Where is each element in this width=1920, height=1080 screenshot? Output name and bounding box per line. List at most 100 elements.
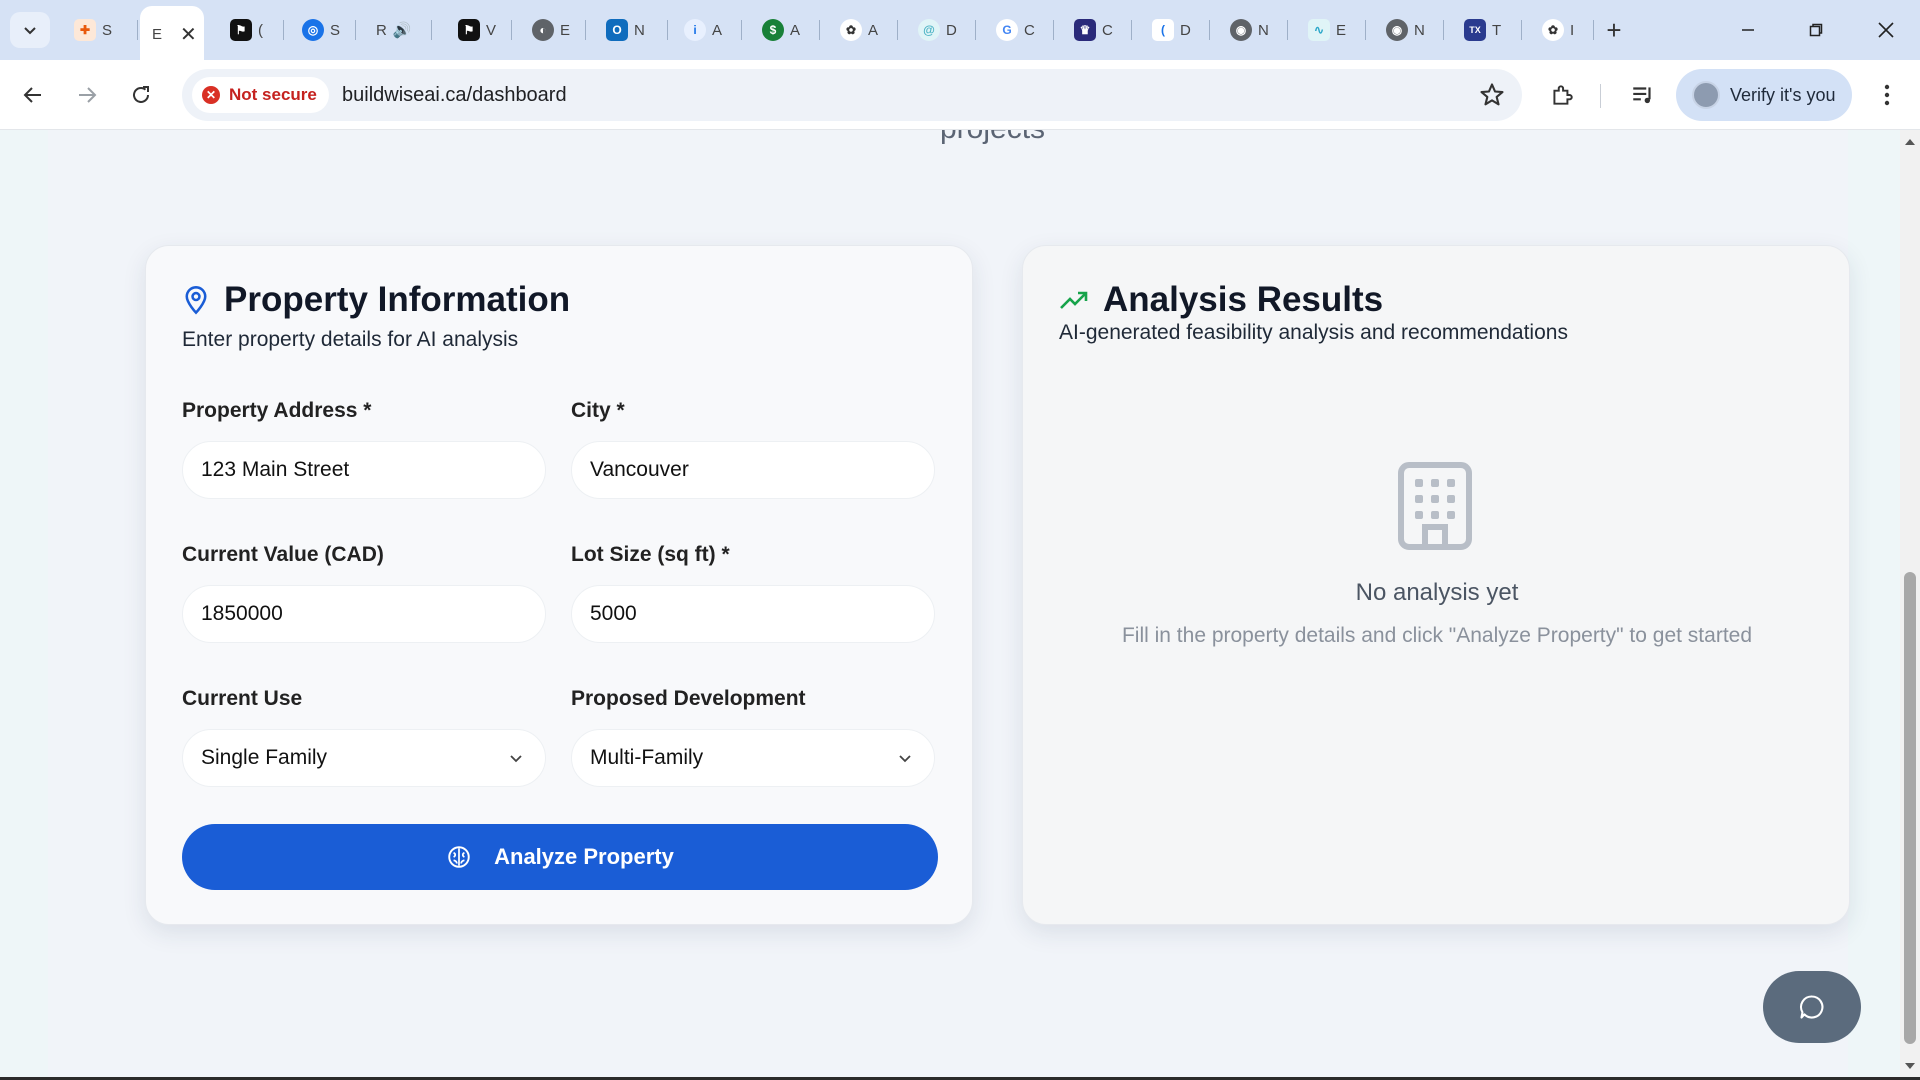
address-bar[interactable]: ✕ Not secure buildwiseai.ca/dashboard [182,69,1522,121]
tab-17[interactable]: ∿ E [1296,10,1366,50]
news-icon: TX [1464,19,1486,41]
current-value-input[interactable]: 1850000 [182,585,546,643]
profile-button[interactable]: Verify it's you [1676,69,1852,121]
empty-state-text: Fill in the property details and click "… [1121,624,1753,647]
tab-1[interactable]: ✚ S [62,10,138,50]
page-scrollbar[interactable] [1900,130,1920,1078]
extensions-button[interactable] [1545,78,1579,112]
tab-label: A [790,21,801,39]
puzzle-icon [1553,85,1573,105]
tab-19[interactable]: TX T [1452,10,1522,50]
tab-label: E [560,21,571,39]
avatar [1692,81,1720,109]
restore-button[interactable] [1794,10,1838,50]
new-tab-button[interactable]: + [1598,14,1630,46]
tab-5[interactable]: R 🔊 [364,10,432,50]
tab-20[interactable]: ✿ I [1530,10,1594,50]
minimize-button[interactable] [1726,10,1770,50]
tab-11[interactable]: ✿ A [828,10,898,50]
tab-label: C [1024,21,1035,39]
outlook-icon: O [606,19,628,41]
chat-bubble-icon [1799,995,1824,1019]
lot-size-input[interactable]: 5000 [571,585,935,643]
proposed-development-select[interactable]: Multi-Family [571,729,935,787]
tab-18[interactable]: ◉ N [1374,10,1444,50]
star-icon [1480,83,1504,106]
audio-icon[interactable]: 🔊 [393,21,412,39]
spiral-icon: @ [918,19,940,41]
brain-icon [446,844,472,870]
analyze-button-label: Analyze Property [494,844,674,869]
building-icon [1397,461,1473,556]
chevron-down-icon [507,749,525,773]
chevron-down-icon [24,27,36,35]
current-use-select[interactable]: Single Family [182,729,546,787]
proposed-development-value: Multi-Family [590,746,704,769]
tab-active[interactable]: E ✕ [140,6,204,60]
tab-7[interactable]: ◐ E [520,10,586,50]
property-address-input[interactable]: 123 Main Street [182,441,546,499]
restore-icon [1809,23,1823,37]
scroll-up-icon[interactable] [1904,136,1916,148]
proposed-development-label: Proposed Development [571,687,806,710]
bracket-icon: ( [1152,19,1174,41]
page-viewport: projects Property Information Enter prop… [0,130,1900,1078]
google-icon: G [996,19,1018,41]
reload-button[interactable] [124,78,158,112]
not-secure-label: Not secure [229,85,317,104]
chrome-icon: ◉ [1386,19,1408,41]
analyze-property-button[interactable]: Analyze Property [182,824,938,890]
profile-label: Verify it's you [1730,84,1836,105]
forward-button[interactable] [70,78,104,112]
tab-16[interactable]: ◉ N [1218,10,1288,50]
tab-6[interactable]: ⚑ V [446,10,512,50]
playlist-icon [1633,87,1651,104]
arrow-left-icon [23,87,41,103]
tab-12[interactable]: @ D [906,10,976,50]
dollar-icon: $ [762,19,784,41]
bookmark-button[interactable] [1478,81,1506,114]
lot-size-label: Lot Size (sq ft) * [571,543,730,566]
tab-label: E [152,25,163,43]
scrollbar-thumb[interactable] [1904,572,1916,1044]
back-button[interactable] [16,78,50,112]
wave-icon: ∿ [1308,19,1330,41]
tab-search-button[interactable] [10,12,50,48]
card-title-text: Property Information [224,280,571,319]
tab-3[interactable]: ⚑ ( [218,10,284,50]
browser-menu-button[interactable] [1870,78,1904,112]
media-controls-button[interactable] [1626,78,1660,112]
tab-13[interactable]: G C [984,10,1054,50]
scroll-down-icon[interactable] [1904,1060,1916,1072]
tab-label: S [330,21,341,39]
trending-up-icon [1059,289,1089,311]
property-info-card: Property Information Enter property deta… [145,245,973,925]
tab-label: N [634,21,645,39]
close-window-button[interactable] [1864,10,1908,50]
chrome-icon: ◉ [1230,19,1252,41]
close-icon [1878,22,1894,38]
tab-4[interactable]: ◎ S [290,10,356,50]
lot-size-value: 5000 [590,602,637,625]
reload-icon [133,86,149,103]
flag-icon: ⚑ [458,19,480,41]
tab-10[interactable]: $ A [750,10,820,50]
tab-label: R [376,21,387,39]
target-icon: ◎ [302,19,324,41]
tab-8[interactable]: O N [594,10,668,50]
close-tab-icon[interactable]: ✕ [180,22,197,47]
browser-toolbar: ✕ Not secure buildwiseai.ca/dashboard Ve… [0,60,1920,130]
tab-label: ( [258,21,263,39]
chat-button[interactable] [1763,971,1861,1043]
minimize-icon [1742,29,1754,31]
tab-label: N [1258,21,1269,39]
url-text[interactable]: buildwiseai.ca/dashboard [342,84,567,107]
openai-icon: ✿ [840,19,862,41]
tab-14[interactable]: ♛ C [1062,10,1132,50]
arrow-right-icon [79,87,97,103]
tab-strip: ✚ S E ✕ ⚑ ( ◎ S R 🔊 ⚑ V ◐ E O N i A $ A … [0,0,1920,60]
tab-15[interactable]: ( D [1140,10,1210,50]
site-info-button[interactable]: ✕ Not secure [192,77,329,113]
city-input[interactable]: Vancouver [571,441,935,499]
tab-9[interactable]: i A [672,10,742,50]
